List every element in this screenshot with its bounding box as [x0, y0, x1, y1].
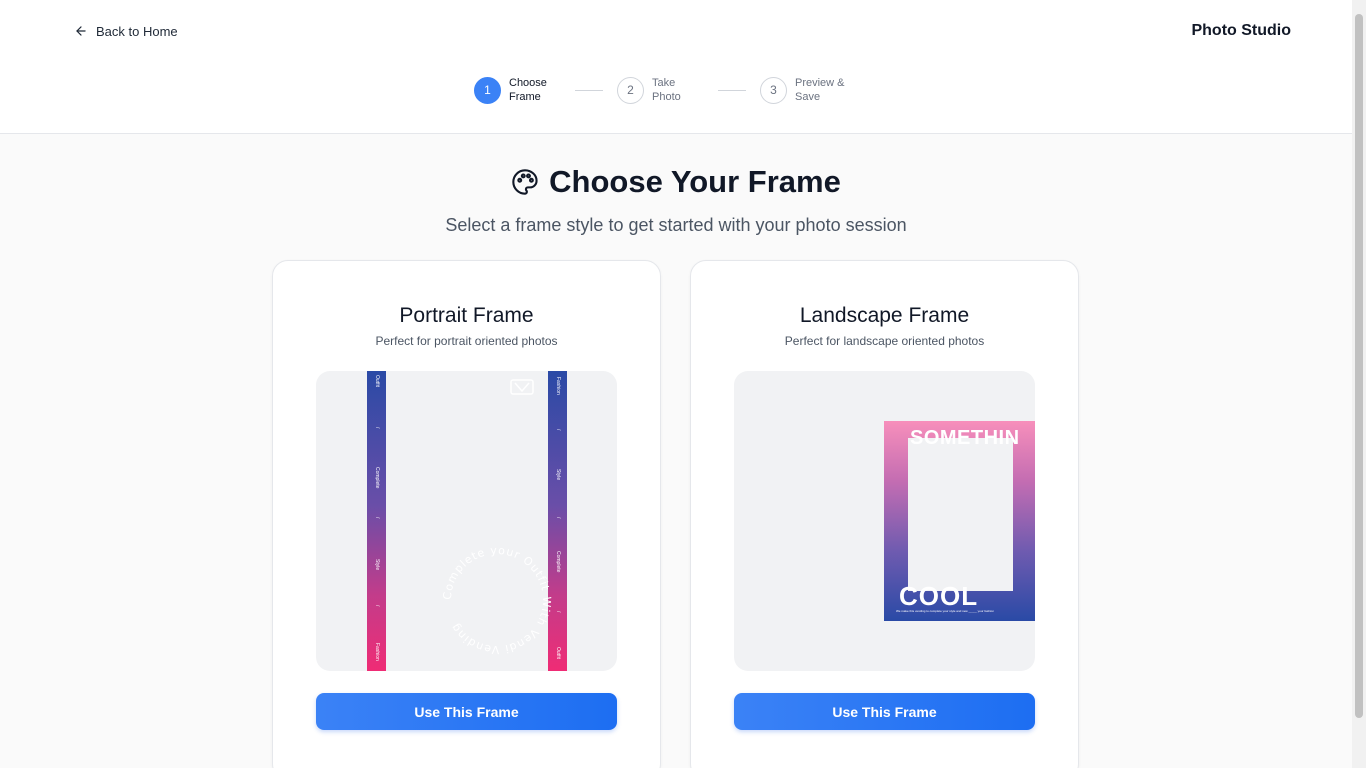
- card-title: Portrait Frame: [399, 304, 534, 327]
- card-description: Perfect for landscape oriented photos: [784, 334, 985, 348]
- card-title: Landscape Frame: [799, 304, 970, 327]
- portrait-frame-card[interactable]: Portrait Frame Perfect for portrait orie…: [272, 260, 661, 768]
- landscape-frame-preview: SOMETHIN COOL We make this vending to co…: [734, 371, 1035, 671]
- svg-text:Complete your Outfit With Vend: Complete your Outfit With Vendi Vending: [441, 544, 553, 656]
- back-to-home-link[interactable]: Back to Home: [74, 22, 178, 40]
- photo-slot: [908, 438, 1013, 591]
- strip-word: Fashion: [374, 643, 380, 661]
- strip-word: Style: [555, 469, 561, 481]
- step-take-photo: 2 Take Photo: [617, 76, 704, 104]
- strip-word: /: [555, 517, 561, 519]
- step-choose-frame: 1 Choose Frame: [474, 76, 561, 104]
- page-scrollbar[interactable]: [1352, 0, 1366, 768]
- step-label: Take Photo: [652, 77, 681, 103]
- page-subtitle: Select a frame style to get started with…: [445, 215, 907, 235]
- back-label: Back to Home: [96, 23, 178, 39]
- circular-text-badge: Complete your Outfit With Vendi Vending: [441, 544, 553, 656]
- page-heading: Choose Your Frame: [0, 164, 1352, 200]
- frame-top-text: SOMETHIN: [910, 427, 1020, 449]
- palette-icon: [512, 169, 538, 195]
- step-number: 2: [617, 76, 644, 104]
- step-number: 1: [474, 76, 501, 104]
- step-connector: [718, 89, 746, 91]
- strip-word: /: [374, 517, 380, 519]
- strip-word: /: [374, 427, 380, 429]
- use-portrait-frame-button[interactable]: Use This Frame: [316, 693, 617, 730]
- strip-word: /: [374, 605, 380, 607]
- step-label: Preview & Save: [795, 77, 845, 103]
- page-title: Choose Your Frame: [549, 164, 841, 199]
- card-description: Perfect for portrait oriented photos: [375, 334, 558, 348]
- step-number: 3: [760, 76, 787, 104]
- brand-title: Photo Studio: [1191, 22, 1291, 39]
- portrait-frame-preview: Outfit / Complete / Style / Fashion Fash…: [316, 371, 617, 671]
- strip-word: Fashion: [555, 377, 561, 395]
- step-preview-save: 3 Preview & Save: [760, 76, 847, 104]
- step-label: Choose Frame: [509, 77, 547, 103]
- step-connector: [575, 89, 603, 91]
- scrollbar-thumb[interactable]: [1355, 14, 1363, 718]
- landscape-frame-card[interactable]: Landscape Frame Perfect for landscape or…: [690, 260, 1079, 768]
- strip-word: Style: [374, 559, 380, 571]
- circular-text: Complete your Outfit With Vendi Vending: [441, 544, 552, 656]
- arrow-left-icon: [76, 26, 86, 36]
- strip-word: Outfit: [374, 375, 380, 387]
- frame-bottom-text: COOL: [899, 581, 979, 611]
- frame-fine-print: We make this vending to complete your st…: [896, 609, 995, 613]
- strip-word: /: [555, 429, 561, 431]
- left-frame-strip: Outfit / Complete / Style / Fashion: [367, 371, 386, 671]
- strip-word: Complete: [374, 467, 380, 489]
- landscape-frame-art: SOMETHIN COOL We make this vending to co…: [884, 421, 1035, 621]
- use-landscape-frame-button[interactable]: Use This Frame: [734, 693, 1035, 730]
- stepper: 1 Choose Frame 2 Take Photo 3 Preview & …: [474, 76, 847, 104]
- app-header: Back to Home Photo Studio 1 Choose Frame…: [0, 0, 1352, 134]
- frame-logo-icon: [510, 379, 534, 395]
